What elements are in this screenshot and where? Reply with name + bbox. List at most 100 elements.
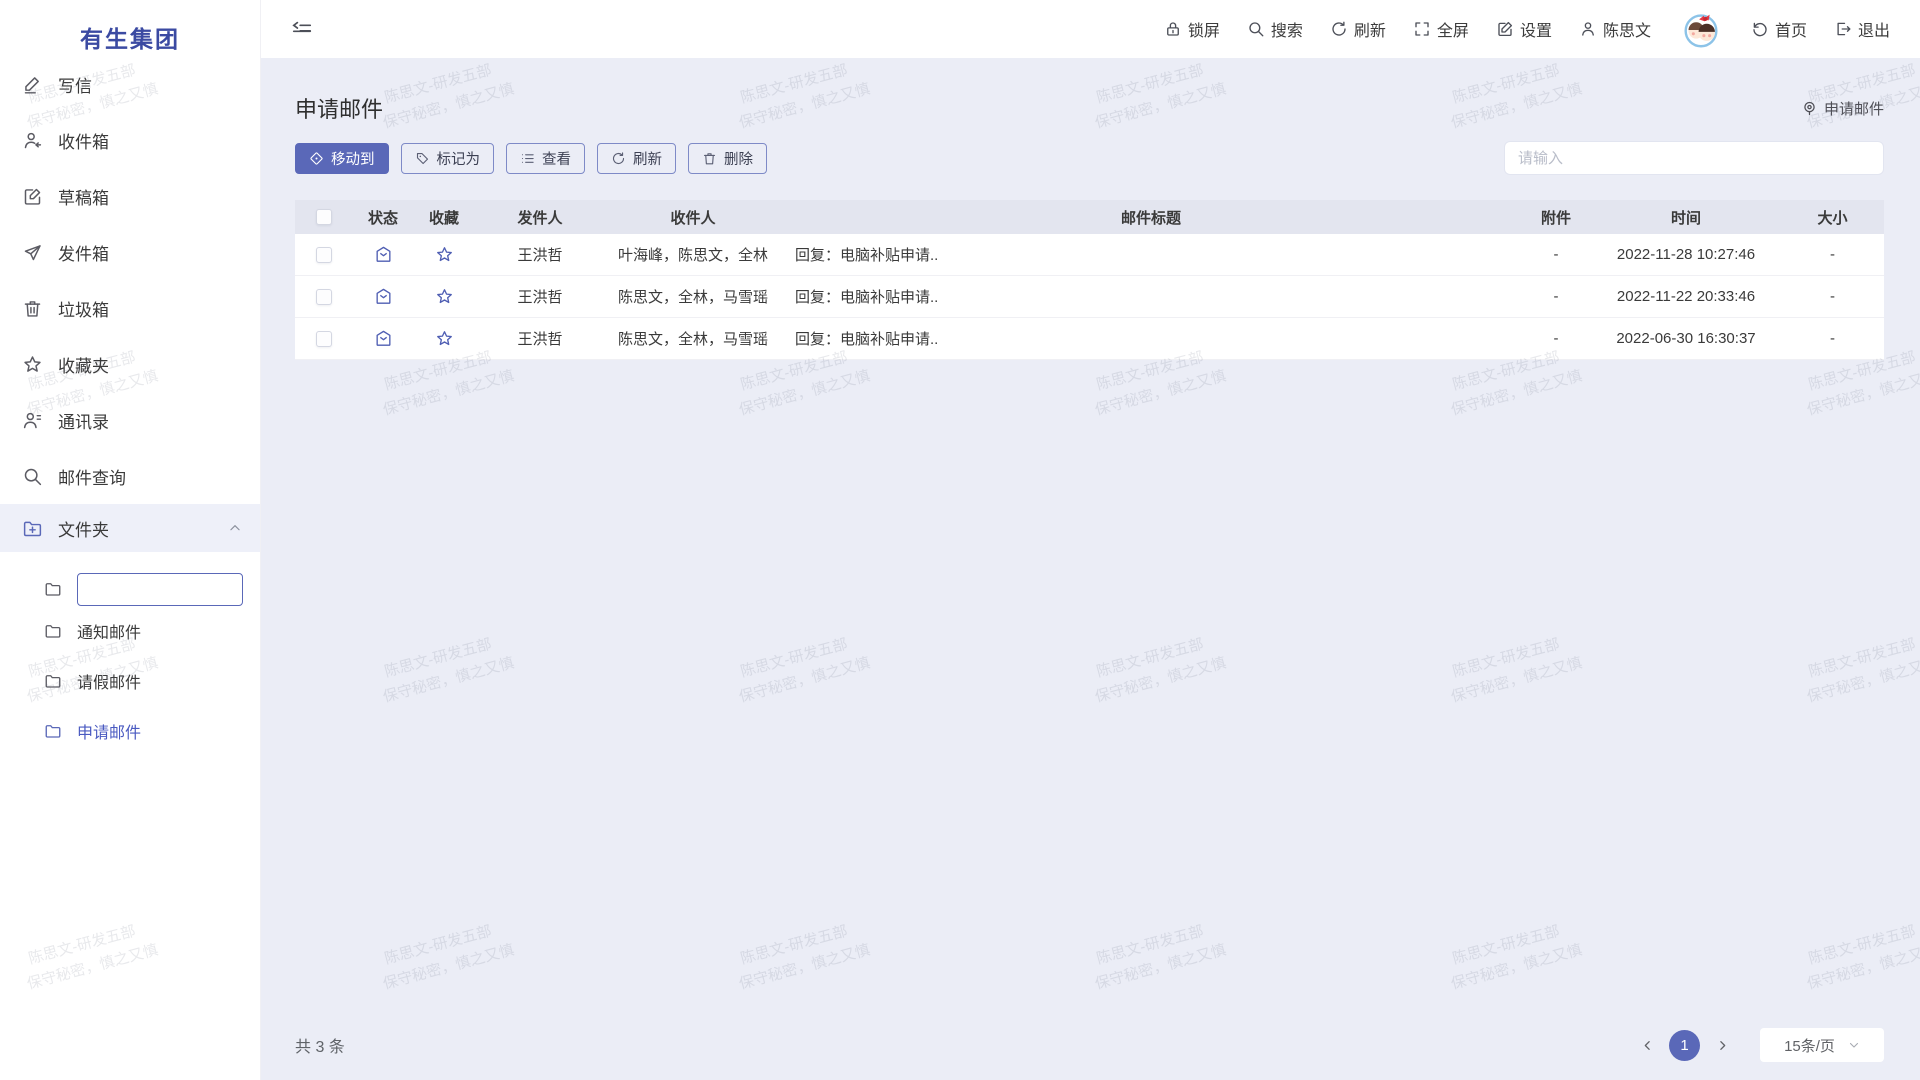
- mail-time: 2022-11-28 10:27:46: [1591, 246, 1781, 263]
- folder-icon: [44, 580, 62, 598]
- page-size-select[interactable]: 15条/页: [1760, 1028, 1884, 1062]
- fullscreen-label: 全屏: [1437, 17, 1469, 41]
- brand-logo: 有生集团: [0, 0, 260, 48]
- mark-as-button[interactable]: 标记为: [401, 143, 495, 174]
- refresh-list-label: 刷新: [633, 148, 662, 169]
- list-icon: [520, 151, 535, 166]
- toolbar: 移动到 标记为 查看: [295, 141, 1884, 175]
- mail-sender: 王洪哲: [475, 244, 605, 265]
- pencil-icon: [22, 74, 43, 95]
- lock-screen-label: 锁屏: [1188, 17, 1220, 41]
- delete-button[interactable]: 删除: [688, 143, 767, 174]
- row-checkbox[interactable]: [316, 289, 332, 305]
- sidebar-item-inbox[interactable]: 收件箱: [0, 112, 260, 168]
- sidebar-item-contacts[interactable]: 通讯录: [0, 392, 260, 448]
- column-header-size: 大小: [1781, 207, 1884, 228]
- table-row[interactable]: 王洪哲 陈思文，全林，马雪瑶 回复：电脑补贴申请.. - 2022-11-22 …: [295, 276, 1884, 318]
- mail-time: 2022-11-22 20:33:46: [1591, 288, 1781, 305]
- refresh-list-button[interactable]: 刷新: [597, 143, 676, 174]
- column-header-star: 收藏: [413, 207, 475, 228]
- sidebar-item-trash[interactable]: 垃圾箱: [0, 280, 260, 336]
- view-button[interactable]: 查看: [506, 143, 585, 174]
- mail-sender: 王洪哲: [475, 286, 605, 307]
- row-checkbox[interactable]: [316, 247, 332, 263]
- fullscreen-button[interactable]: 全屏: [1413, 17, 1469, 41]
- sidebar-menu: 写信 收件箱 草稿箱 发件箱: [0, 56, 260, 756]
- table-row[interactable]: 王洪哲 陈思文，全林，马雪瑶 回复：电脑补贴申请.. - 2022-06-30 …: [295, 318, 1884, 360]
- sidebar-item-favorites[interactable]: 收藏夹: [0, 336, 260, 392]
- mail-open-icon: [374, 245, 393, 264]
- select-all-checkbox[interactable]: [316, 209, 332, 225]
- view-label: 查看: [542, 148, 571, 169]
- mail-search-input[interactable]: [1504, 141, 1884, 175]
- favorite-star-icon[interactable]: [435, 245, 454, 264]
- sidebar-item-sent[interactable]: 发件箱: [0, 224, 260, 280]
- settings-button[interactable]: 设置: [1496, 17, 1552, 41]
- mail-sender: 王洪哲: [475, 328, 605, 349]
- trash-icon: [22, 298, 43, 319]
- logout-button[interactable]: 退出: [1834, 17, 1890, 41]
- sidebar-item-label: 写信: [58, 72, 92, 97]
- prev-page-button[interactable]: [1633, 1031, 1661, 1059]
- move-to-button[interactable]: 移动到: [295, 143, 389, 174]
- fullscreen-icon: [1413, 20, 1431, 38]
- username-label: 陈思文: [1603, 17, 1651, 41]
- total-count: 共 3 条: [295, 1033, 345, 1057]
- page-head: 申请邮件 申请邮件: [295, 92, 1884, 124]
- menu-fold-icon[interactable]: [291, 18, 313, 40]
- table-row[interactable]: 王洪哲 叶海峰，陈思文，全林 回复：电脑补贴申请.. - 2022-11-28 …: [295, 234, 1884, 276]
- home-button[interactable]: 首页: [1751, 17, 1807, 41]
- send-plane-icon: [22, 242, 43, 263]
- app-window: 陈思文-研发五部保守秘密，慎之又慎陈思文-研发五部保守秘密，慎之又慎陈思文-研发…: [0, 0, 1920, 1080]
- sidebar-item-label: 通讯录: [58, 408, 109, 433]
- user-avatar[interactable]: [1678, 6, 1724, 52]
- chevron-down-icon: [1848, 1039, 1860, 1051]
- page-number[interactable]: 1: [1669, 1030, 1700, 1061]
- mail-recipients: 陈思文，全林，马雪瑶: [605, 286, 781, 307]
- next-page-button[interactable]: [1708, 1031, 1736, 1059]
- folder-plus-icon: [22, 518, 43, 539]
- mail-open-icon: [374, 287, 393, 306]
- favorite-star-icon[interactable]: [435, 329, 454, 348]
- sidebar-item-label: 草稿箱: [58, 184, 109, 209]
- user-icon: [1579, 20, 1597, 38]
- star-icon: [22, 354, 43, 375]
- folder-location-label: 申请邮件: [1824, 98, 1884, 119]
- folder-item-notice[interactable]: 通知邮件: [0, 606, 260, 656]
- move-to-label: 移动到: [331, 148, 375, 169]
- row-checkbox[interactable]: [316, 331, 332, 347]
- favorite-star-icon[interactable]: [435, 287, 454, 306]
- mail-size: -: [1781, 288, 1884, 305]
- sidebar-item-label: 收藏夹: [58, 352, 109, 377]
- column-header-status: 状态: [353, 207, 413, 228]
- search-button[interactable]: 搜索: [1247, 17, 1303, 41]
- folder-item-leave[interactable]: 请假邮件: [0, 656, 260, 706]
- column-header-recipients: 收件人: [605, 207, 781, 228]
- main-content: 申请邮件 申请邮件 移动到: [261, 58, 1920, 1080]
- refresh-button[interactable]: 刷新: [1330, 17, 1386, 41]
- folder-item-application[interactable]: 申请邮件: [0, 706, 260, 756]
- sidebar-item-folders[interactable]: 文件夹: [0, 504, 260, 552]
- user-button[interactable]: 陈思文: [1579, 17, 1651, 41]
- mail-attachment: -: [1521, 246, 1591, 263]
- folder-icon: [44, 622, 62, 640]
- sidebar-item-compose[interactable]: 写信: [0, 56, 260, 112]
- page-size-value: 15条/页: [1784, 1035, 1835, 1056]
- column-header-sender: 发件人: [475, 207, 605, 228]
- folder-icon: [44, 722, 62, 740]
- mail-subject: 回复：电脑补贴申请..: [781, 244, 1521, 265]
- contacts-icon: [22, 410, 43, 431]
- delete-label: 删除: [724, 148, 753, 169]
- mail-table: 状态 收藏 发件人 收件人 邮件标题 附件 时间 大小 王洪哲 叶海峰，陈思文，…: [295, 200, 1884, 360]
- folder-icon: [44, 672, 62, 690]
- logout-label: 退出: [1858, 17, 1890, 41]
- new-folder-input[interactable]: [77, 573, 243, 606]
- sidebar-item-mail-query[interactable]: 邮件查询: [0, 448, 260, 504]
- mail-size: -: [1781, 246, 1884, 263]
- mail-time: 2022-06-30 16:30:37: [1591, 330, 1781, 347]
- lock-screen-button[interactable]: 锁屏: [1164, 17, 1220, 41]
- sidebar-item-label: 发件箱: [58, 240, 109, 265]
- sidebar-item-drafts[interactable]: 草稿箱: [0, 168, 260, 224]
- chevron-up-icon[interactable]: [228, 521, 242, 535]
- refresh-icon: [1330, 20, 1348, 38]
